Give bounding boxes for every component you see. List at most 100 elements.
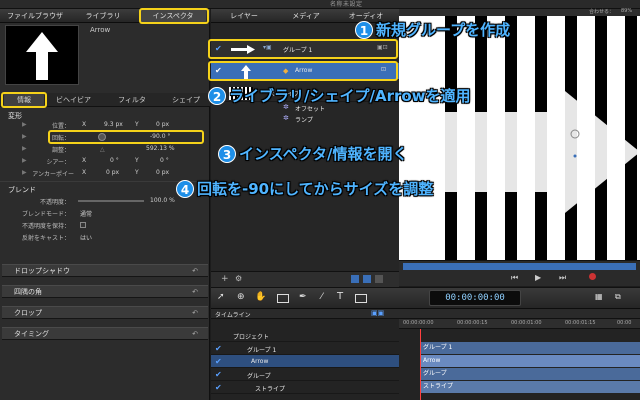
row-label: ストライプ xyxy=(255,386,286,393)
tab-library[interactable]: ライブラリ xyxy=(72,9,134,23)
disclosure-triangle-icon[interactable]: ▶ xyxy=(22,157,27,164)
next-frame-icon[interactable]: ⏭ xyxy=(559,273,566,283)
preview-name: Arrow xyxy=(90,26,111,34)
main-toolbar: ➚ ⊕ ✋ ✒ ⁄ T ▦ ⧉ xyxy=(211,287,640,309)
section-drop-shadow[interactable]: ドロップシャドウ ↶ xyxy=(2,264,208,277)
section-label: タイミング xyxy=(14,330,49,338)
zoom-label: 合わせる： xyxy=(589,9,615,15)
disclosure-triangle-icon[interactable]: ▶ xyxy=(22,169,27,176)
tab-media[interactable]: メディア xyxy=(281,9,331,23)
text-tool-icon[interactable]: T xyxy=(337,291,343,302)
mask-tool-icon[interactable] xyxy=(355,294,367,303)
timeline-row-group[interactable]: ✔ グループ xyxy=(211,368,399,381)
canvas-timebar[interactable] xyxy=(403,263,636,270)
timeline-row-stripes[interactable]: ✔ ストライプ xyxy=(211,381,399,394)
visibility-checkbox[interactable]: ✔ xyxy=(215,344,222,353)
canvas[interactable] xyxy=(399,16,640,260)
position-y-label: Y xyxy=(135,121,139,128)
arrow-row-highlight xyxy=(208,61,398,81)
transform-tool-icon[interactable]: ⊕ xyxy=(237,292,245,302)
window-title-bar: 名称未設定 xyxy=(0,0,640,9)
subtab-filters[interactable]: フィルタ xyxy=(118,93,146,107)
layer-row-ramp[interactable]: ✲ ランプ xyxy=(211,113,399,124)
reset-icon[interactable]: ↶ xyxy=(192,286,198,299)
annotation-text: 新規グループを作成 xyxy=(376,21,511,39)
anchor-y-value[interactable]: 0 px xyxy=(156,169,169,176)
reset-icon[interactable]: ↶ xyxy=(192,265,198,278)
shear-y-value[interactable]: 0 ° xyxy=(160,157,169,164)
rectangle-tool-icon[interactable] xyxy=(277,294,289,303)
info-tab-highlight xyxy=(1,92,47,108)
subtab-behaviors[interactable]: ビヘイビア xyxy=(56,93,91,107)
visibility-checkbox[interactable]: ✔ xyxy=(215,383,222,392)
subtab-shape[interactable]: シェイプ xyxy=(172,93,200,107)
pen-tool-icon[interactable]: ✒ xyxy=(299,292,307,302)
cast-reflection-select[interactable]: はい xyxy=(80,233,92,242)
timeline-row-group1[interactable]: ✔ グループ 1 xyxy=(211,342,399,355)
paint-tool-icon[interactable]: ⁄ xyxy=(321,292,323,302)
zoom-value[interactable]: 89% xyxy=(621,8,632,14)
opacity-value[interactable]: 100.0 % xyxy=(150,197,175,204)
position-x-label: X xyxy=(82,121,87,128)
inspector-icon[interactable]: ⧉ xyxy=(615,292,621,302)
anchor-x-value[interactable]: 0 px xyxy=(106,169,119,176)
library-icon[interactable]: ▦ xyxy=(595,292,603,301)
opacity-slider[interactable] xyxy=(78,200,144,202)
anchor-y-label: Y xyxy=(135,169,139,176)
shear-label: シアー： xyxy=(46,159,70,166)
timeline-ruler[interactable]: 00:00:00:00 00:00:00:15 00:00:01:00 00:0… xyxy=(399,319,640,329)
previous-frame-icon[interactable]: ⏮ xyxy=(511,273,518,283)
tab-file-browser[interactable]: ファイルブラウザ xyxy=(4,9,66,23)
disclosure-triangle-icon[interactable]: ▶ xyxy=(22,145,27,152)
settings-icon[interactable]: ⚙ xyxy=(235,274,242,283)
add-icon[interactable]: + xyxy=(221,274,229,284)
section-crop[interactable]: クロップ ↶ xyxy=(2,306,208,319)
timeline-bar-stripes[interactable]: ストライプ xyxy=(420,381,640,393)
timeline-filter-icon[interactable]: ▣▣ xyxy=(371,309,384,317)
view-toggle-icon[interactable] xyxy=(375,275,383,283)
preview-thumbnail xyxy=(5,25,79,85)
view-toggle-icon[interactable] xyxy=(363,275,371,283)
blend-section-title: ブレンド xyxy=(8,186,36,194)
step-number: 4 xyxy=(176,179,194,198)
scale-value[interactable]: 592.13 % xyxy=(146,145,175,152)
section-label: 四隅の角 xyxy=(14,288,42,296)
gear-icon: ✲ xyxy=(283,114,289,122)
timecode-display[interactable]: 00:00:00:00 xyxy=(429,290,521,306)
section-four-corner[interactable]: 四隅の角 ↶ xyxy=(2,285,208,298)
anchor-label: アンカーポイー xyxy=(32,171,74,178)
rotation-highlight xyxy=(48,130,204,144)
timeline-bar-group1[interactable]: グループ 1 xyxy=(420,342,640,354)
blend-mode-select[interactable]: 通常 xyxy=(80,209,92,218)
reset-icon[interactable]: ↶ xyxy=(192,328,198,341)
cast-reflection-label: 反射をキャスト： xyxy=(21,235,70,242)
position-y-value[interactable]: 0 px xyxy=(156,121,169,128)
select-tool-icon[interactable]: ➚ xyxy=(217,292,225,302)
timeline-bar-group[interactable]: グループ xyxy=(420,368,640,380)
timeline-bar-arrow[interactable]: Arrow xyxy=(420,355,640,367)
canvas-transport-bar: ⏮ ▶ ⏭ xyxy=(399,260,640,286)
shear-x-value[interactable]: 0 ° xyxy=(110,157,119,164)
preserve-opacity-checkbox[interactable] xyxy=(80,222,86,228)
hand-tool-icon[interactable]: ✋ xyxy=(255,292,266,302)
record-icon[interactable] xyxy=(589,273,596,280)
reset-icon[interactable]: ↶ xyxy=(192,307,198,320)
timeline-row-project[interactable]: プロジェクト xyxy=(211,329,399,342)
timeline-row-arrow[interactable]: ✔ Arrow xyxy=(211,355,399,368)
annotation-step-1: 1 新規グループを作成 xyxy=(355,19,510,40)
disclosure-triangle-icon[interactable]: ▶ xyxy=(22,121,27,128)
visibility-checkbox[interactable]: ✔ xyxy=(215,357,222,366)
scale-slider-icon[interactable]: △ xyxy=(100,146,105,153)
view-toggle-icon[interactable] xyxy=(351,275,359,283)
shear-y-label: Y xyxy=(135,157,139,164)
play-icon[interactable]: ▶ xyxy=(535,273,541,282)
position-x-value[interactable]: 9.3 px xyxy=(104,121,123,128)
layer-name: ランプ xyxy=(295,117,313,124)
playhead[interactable] xyxy=(420,329,421,400)
disclosure-triangle-icon[interactable]: ▶ xyxy=(22,133,27,140)
visibility-checkbox[interactable]: ✔ xyxy=(215,370,222,379)
section-timing[interactable]: タイミング ↶ xyxy=(2,327,208,340)
tab-layers[interactable]: レイヤー xyxy=(219,9,269,23)
inspector-tab-highlight xyxy=(139,8,209,24)
scale-label: 調整： xyxy=(51,147,70,154)
